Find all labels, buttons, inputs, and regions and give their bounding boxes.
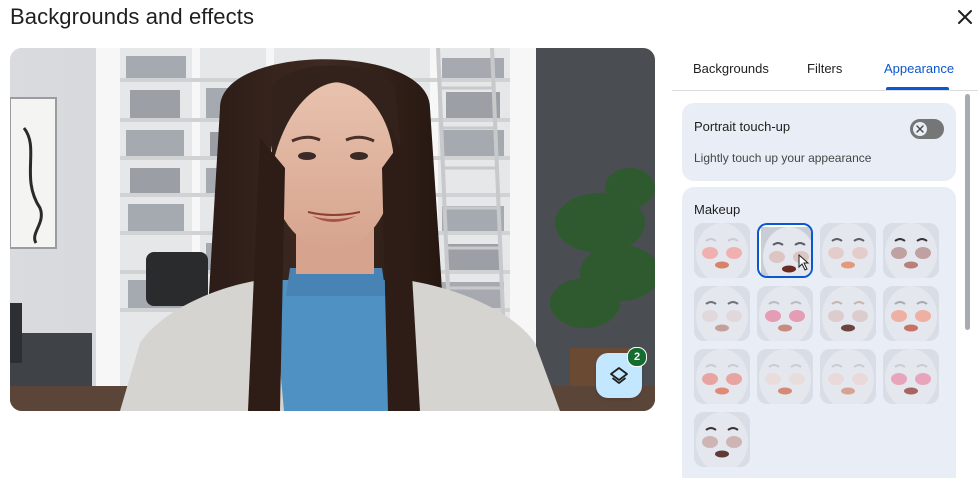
makeup-face-preview bbox=[883, 349, 939, 404]
makeup-face-preview bbox=[759, 225, 811, 276]
face-preview-icon bbox=[757, 349, 813, 404]
makeup-title: Makeup bbox=[694, 202, 741, 217]
makeup-face-preview bbox=[694, 349, 750, 404]
effects-count-badge: 2 bbox=[627, 347, 647, 367]
makeup-face-preview bbox=[694, 286, 750, 341]
makeup-style-tile[interactable] bbox=[757, 223, 813, 278]
layers-icon bbox=[610, 366, 628, 384]
makeup-style-tile[interactable] bbox=[883, 349, 939, 404]
close-button[interactable] bbox=[953, 5, 977, 29]
x-icon bbox=[916, 125, 924, 133]
face-preview-icon bbox=[694, 349, 750, 404]
panel-scrollbar-thumb[interactable] bbox=[965, 94, 970, 330]
makeup-face-preview bbox=[820, 223, 876, 278]
portrait-touchup-card: Portrait touch-up Lightly touch up your … bbox=[682, 103, 956, 181]
portrait-touchup-title: Portrait touch-up bbox=[694, 119, 791, 134]
makeup-face-preview bbox=[883, 223, 939, 278]
makeup-style-tile[interactable] bbox=[694, 349, 750, 404]
makeup-style-tile[interactable] bbox=[757, 286, 813, 341]
face-preview-icon bbox=[883, 349, 939, 404]
makeup-face-preview bbox=[883, 286, 939, 341]
makeup-card: Makeup bbox=[682, 187, 956, 478]
makeup-style-tile[interactable] bbox=[820, 223, 876, 278]
face-preview-icon bbox=[761, 227, 811, 276]
makeup-style-tile[interactable] bbox=[694, 223, 750, 278]
makeup-style-tile[interactable] bbox=[820, 349, 876, 404]
makeup-style-tile[interactable] bbox=[757, 349, 813, 404]
makeup-face-preview bbox=[757, 349, 813, 404]
backgrounds-effects-dialog: Backgrounds and effects 2 Backgrounds Fi… bbox=[0, 0, 980, 478]
makeup-face-preview bbox=[694, 223, 750, 278]
face-preview-icon bbox=[820, 349, 876, 404]
dialog-title: Backgrounds and effects bbox=[10, 4, 255, 29]
face-preview-icon bbox=[757, 286, 813, 341]
makeup-style-tile[interactable] bbox=[883, 223, 939, 278]
face-preview-icon bbox=[883, 223, 939, 278]
face-preview-icon bbox=[694, 223, 750, 278]
tab-backgrounds[interactable]: Backgrounds bbox=[693, 61, 769, 76]
makeup-face-preview bbox=[694, 412, 750, 467]
close-icon bbox=[958, 10, 972, 24]
tab-appearance[interactable]: Appearance bbox=[884, 61, 954, 76]
toggle-knob bbox=[913, 122, 927, 136]
makeup-style-tile[interactable] bbox=[883, 286, 939, 341]
tab-filters[interactable]: Filters bbox=[807, 61, 842, 76]
effects-tabs: Backgrounds Filters Appearance bbox=[672, 50, 978, 91]
portrait-touchup-description: Lightly touch up your appearance bbox=[694, 151, 872, 165]
makeup-style-tile[interactable] bbox=[694, 412, 750, 467]
face-preview-icon bbox=[694, 412, 750, 467]
camera-preview bbox=[10, 48, 655, 411]
makeup-face-preview bbox=[820, 286, 876, 341]
face-preview-icon bbox=[694, 286, 750, 341]
active-tab-indicator bbox=[886, 87, 949, 90]
makeup-style-tile[interactable] bbox=[694, 286, 750, 341]
face-preview-icon bbox=[820, 223, 876, 278]
face-preview-icon bbox=[883, 286, 939, 341]
portrait-touchup-toggle[interactable] bbox=[910, 119, 944, 139]
makeup-face-preview bbox=[820, 349, 876, 404]
makeup-face-preview bbox=[757, 286, 813, 341]
makeup-style-tile[interactable] bbox=[820, 286, 876, 341]
face-preview-icon bbox=[820, 286, 876, 341]
appearance-panel: Portrait touch-up Lightly touch up your … bbox=[672, 91, 980, 478]
